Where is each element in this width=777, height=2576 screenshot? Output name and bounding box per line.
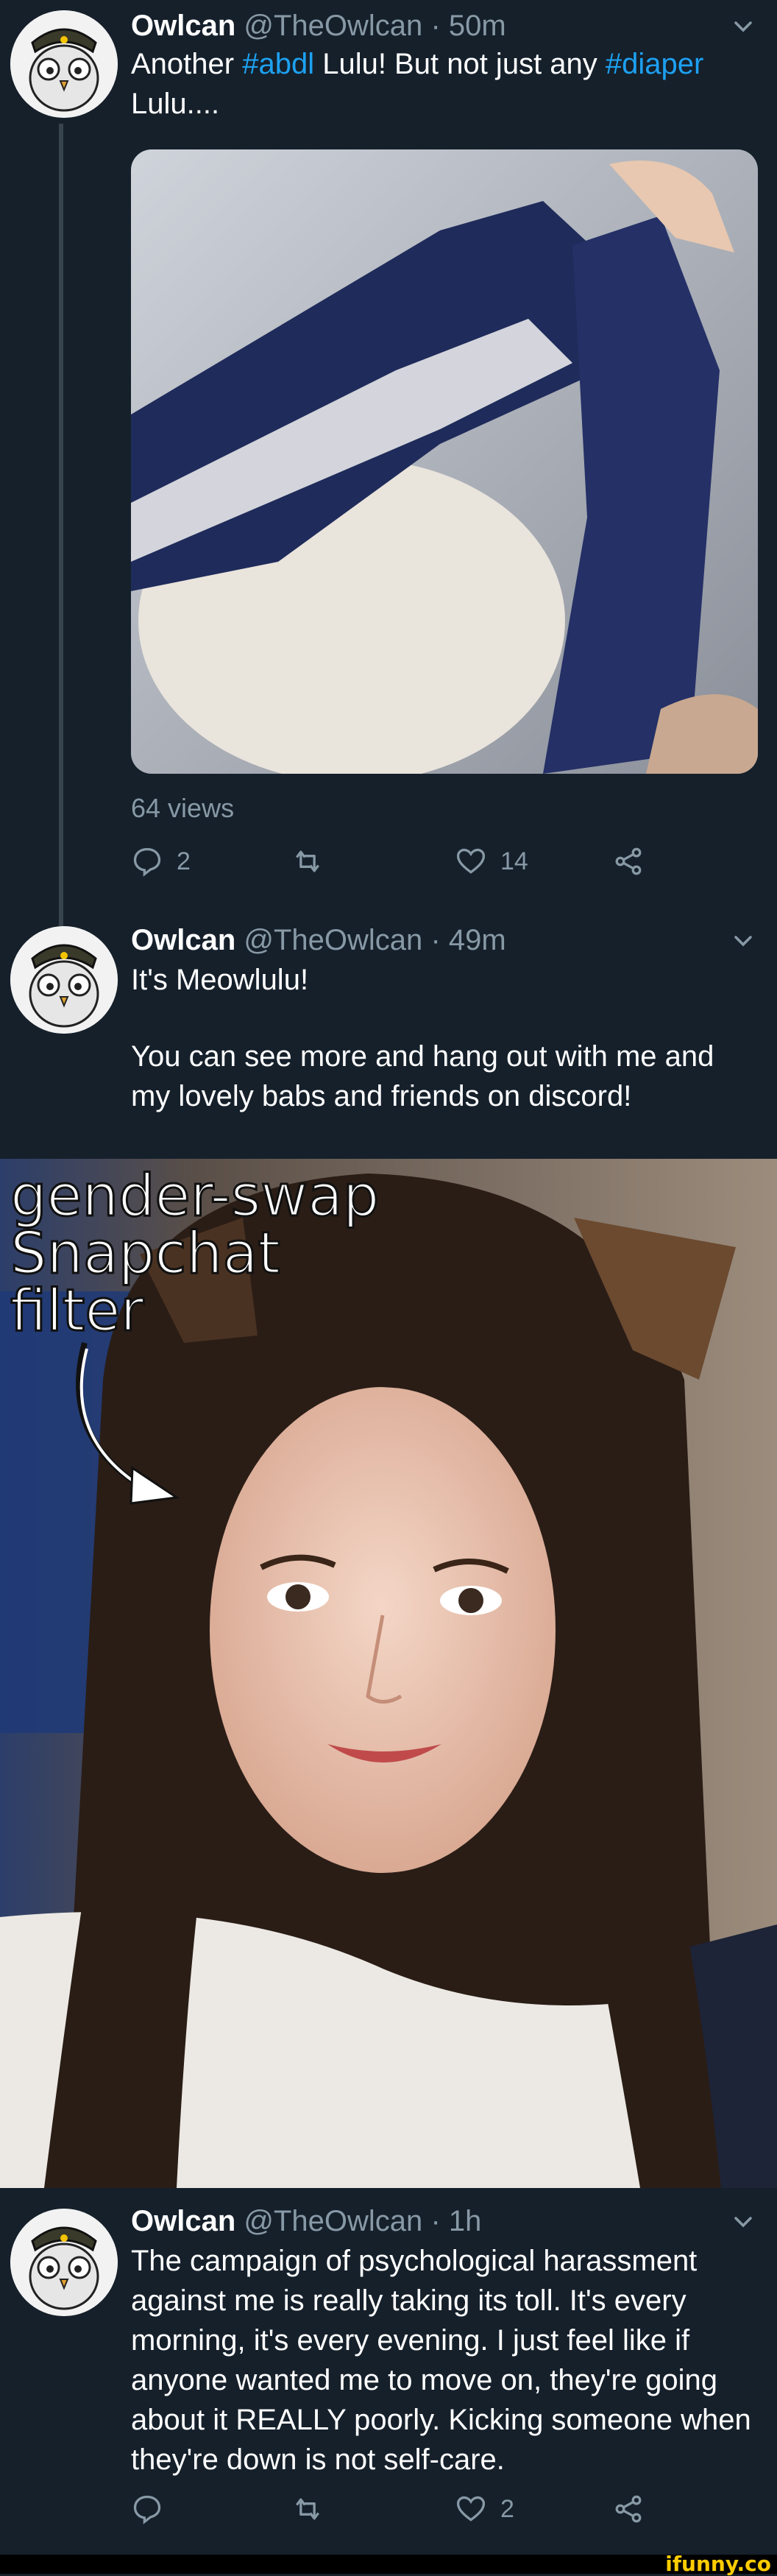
handle[interactable]: @TheOwlcan xyxy=(244,2205,422,2237)
ifunny-watermark: ifunny.co xyxy=(665,2552,771,2576)
chevron-down-icon[interactable] xyxy=(728,12,758,41)
share-button[interactable] xyxy=(612,845,645,878)
tweet-text: The campaign of psychological harassment… xyxy=(131,2245,751,2476)
tweet-text: Another #abdl Lulu! But not just any #di… xyxy=(131,44,756,124)
timestamp[interactable]: 49m xyxy=(449,924,506,956)
like-button[interactable]: 2 xyxy=(455,2493,514,2525)
reply-button[interactable] xyxy=(131,2493,177,2525)
avatar[interactable] xyxy=(10,926,118,1034)
watermark-bar xyxy=(0,2555,777,2574)
tweet-actions: 2 xyxy=(131,2493,690,2537)
retweet-button[interactable] xyxy=(291,2493,324,2525)
owl-avatar-icon xyxy=(10,926,118,1034)
like-count: 2 xyxy=(500,2494,514,2523)
tweet-text-line2: You can see more and hang out with me an… xyxy=(131,1040,714,1112)
text-segment: Lulu! But not just any xyxy=(314,48,606,80)
heart-icon xyxy=(456,2496,486,2522)
timestamp[interactable]: 50m xyxy=(449,10,506,42)
tweet-2[interactable]: Owlcan @TheOwlcan · 49m It's Meowlulu! Y… xyxy=(0,906,777,1159)
owl-avatar-icon xyxy=(10,2209,118,2316)
text-segment: Another xyxy=(131,48,243,80)
like-button[interactable]: 14 xyxy=(455,845,528,878)
reply-icon xyxy=(133,847,161,877)
share-button[interactable] xyxy=(612,2493,645,2525)
tweet-header: Owlcan @TheOwlcan · 49m xyxy=(131,924,506,956)
like-count: 14 xyxy=(500,847,528,875)
tweet-actions: 2 14 xyxy=(131,845,690,889)
heart-icon xyxy=(456,848,486,874)
share-icon xyxy=(615,2495,642,2523)
tweet-media-video[interactable] xyxy=(131,149,758,774)
view-count: 64 views xyxy=(131,793,235,823)
tweet-1[interactable]: Owlcan @TheOwlcan · 50m Another #abdl Lu… xyxy=(0,0,777,926)
chevron-down-icon[interactable] xyxy=(728,2207,758,2237)
overlay-line: Snapchat xyxy=(9,1221,281,1287)
share-icon xyxy=(615,847,642,875)
hashtag-link[interactable]: #diaper xyxy=(606,48,703,80)
reply-icon xyxy=(133,2495,161,2524)
handle[interactable]: @TheOwlcan xyxy=(244,924,422,956)
thread-line xyxy=(59,124,63,926)
display-name[interactable]: Owlcan xyxy=(131,924,235,956)
timestamp[interactable]: 1h xyxy=(449,2205,482,2237)
owl-avatar-icon xyxy=(10,10,118,118)
video-thumbnail xyxy=(131,149,758,774)
hashtag-link[interactable]: #abdl xyxy=(242,48,314,80)
tweet-header: Owlcan @TheOwlcan · 1h xyxy=(131,2205,482,2237)
overlay-line: filter xyxy=(9,1278,144,1344)
chevron-down-icon[interactable] xyxy=(728,926,758,956)
text-segment: Lulu.... xyxy=(131,88,220,120)
tweet-text-line1: It's Meowlulu! xyxy=(131,964,309,996)
tweet-3[interactable]: Owlcan @TheOwlcan · 1h The campaign of p… xyxy=(0,2188,777,2555)
retweet-icon xyxy=(296,850,319,872)
handle[interactable]: @TheOwlcan xyxy=(244,10,422,42)
display-name[interactable]: Owlcan xyxy=(131,2205,235,2237)
overlay-caption: gender-swap Snapchat filter xyxy=(9,1163,380,1344)
reply-count: 2 xyxy=(177,847,191,875)
tweet-media-photo[interactable]: gender-swap Snapchat filter xyxy=(0,1159,777,2188)
retweet-button[interactable] xyxy=(291,845,324,878)
reply-button[interactable]: 2 xyxy=(131,845,191,878)
avatar[interactable] xyxy=(10,10,118,118)
display-name[interactable]: Owlcan xyxy=(131,10,235,42)
overlay-line: gender-swap xyxy=(9,1163,380,1229)
retweet-icon xyxy=(296,2498,319,2520)
avatar[interactable] xyxy=(10,2209,118,2316)
tweet-header: Owlcan @TheOwlcan · 50m xyxy=(131,10,506,42)
